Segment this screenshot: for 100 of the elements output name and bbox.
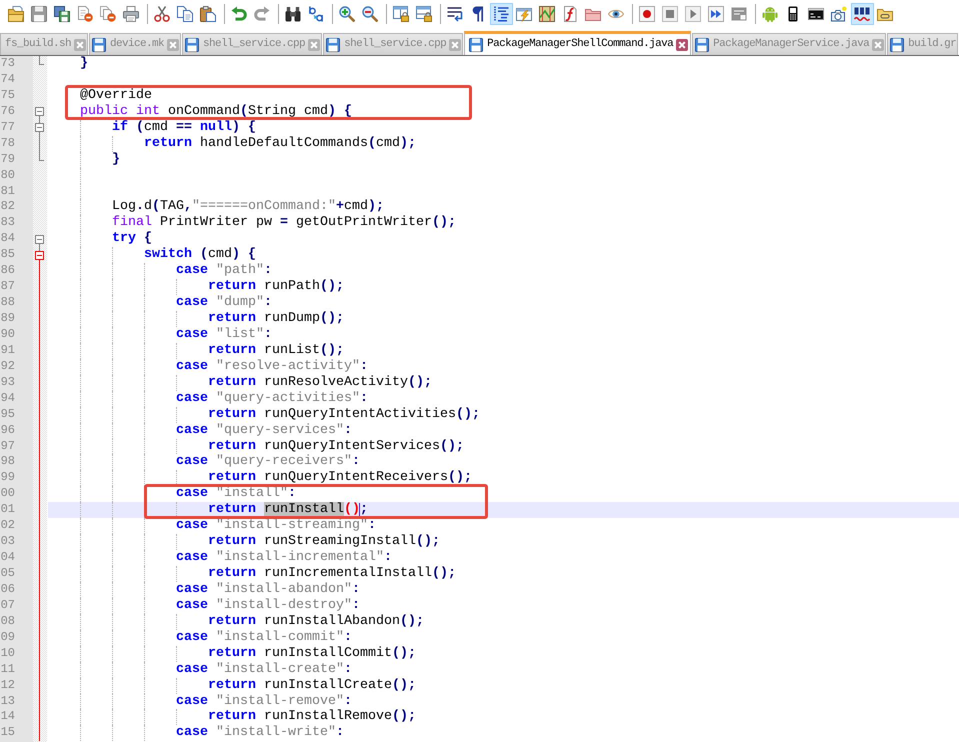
line-number: 98 <box>0 454 15 468</box>
zoom-out-icon <box>362 6 378 22</box>
code-line: case "dump": <box>176 295 272 311</box>
line-number: 89 <box>0 311 15 325</box>
code-line: case "install-write": <box>176 725 344 742</box>
line-number: 81 <box>0 184 15 198</box>
code-line: Log.d(TAG,"======onCommand:"+cmd); <box>112 199 384 215</box>
line-number: 14 <box>0 709 15 724</box>
line-number: 84 <box>0 231 15 246</box>
fast-forward-icon <box>708 6 724 22</box>
tab[interactable]: PackageManagerShellCommand.java <box>464 31 692 55</box>
tab[interactable]: build.gr <box>887 33 958 55</box>
code-line: case "query-activities": <box>176 390 368 407</box>
line-number: 01 <box>0 502 15 516</box>
line-number: 15 <box>0 725 15 740</box>
code-line: return runInstallRemove(); <box>208 709 416 725</box>
line-number: 09 <box>0 630 15 644</box>
code-line: case "install-destroy": <box>176 598 360 614</box>
code-line: case "query-receivers": <box>176 454 360 470</box>
map-icon <box>539 6 555 22</box>
line-number: 96 <box>0 422 15 437</box>
line-number: 08 <box>0 614 15 628</box>
line-number: 95 <box>0 406 15 421</box>
code-line: } <box>112 152 120 168</box>
split-window-lock-icon <box>416 6 432 22</box>
minus-box-icon[interactable] <box>35 107 44 116</box>
line-number: 91 <box>0 342 15 357</box>
record-icon <box>639 6 655 22</box>
minus-box-icon[interactable] <box>35 250 44 260</box>
close-icon[interactable] <box>676 38 688 50</box>
code-line: public int onCommand(String cmd) { <box>80 104 352 120</box>
line-number: 04 <box>0 550 15 564</box>
floppy-disks-icon <box>54 6 70 22</box>
line-number: 06 <box>0 582 15 596</box>
line-number: 00 <box>0 486 15 500</box>
code-line: return runInstallCreate(); <box>208 678 416 694</box>
tab[interactable]: PackageManagerService.java <box>692 33 886 55</box>
line-number: 97 <box>0 438 15 452</box>
code-line: return runQueryIntentActivities(); <box>208 406 480 423</box>
minus-box-icon[interactable] <box>35 123 44 132</box>
code-line: case "install-commit": <box>176 630 352 646</box>
code-line: return runResolveActivity(); <box>208 374 432 391</box>
line-number: 87 <box>0 279 15 294</box>
undo-icon <box>231 6 247 22</box>
toolbar-button[interactable] <box>850 2 874 24</box>
line-number: 82 <box>0 199 15 214</box>
line-number: 11 <box>0 662 15 676</box>
line-number: 80 <box>0 168 15 182</box>
line-number: 76 <box>0 104 15 118</box>
line-number: 07 <box>0 598 15 612</box>
line-number: 74 <box>0 72 15 86</box>
line-number: 13 <box>0 694 15 708</box>
tab[interactable]: fs_build.sh <box>0 33 88 55</box>
terminal-icon <box>808 6 824 22</box>
line-number: 99 <box>0 470 15 484</box>
code-line: return runQueryIntentReceivers(); <box>208 470 472 486</box>
macro-list-icon <box>731 6 747 22</box>
line-number: 78 <box>0 136 15 150</box>
line-number: 94 <box>0 390 15 405</box>
zoom-in-icon <box>339 6 355 22</box>
binoculars-icon <box>285 6 301 22</box>
copy-icon <box>177 6 193 22</box>
pilcrow-icon <box>470 6 486 22</box>
tab[interactable]: device.mk <box>89 33 182 55</box>
code-line: switch (cmd) { <box>144 247 256 263</box>
scissors-icon <box>154 6 170 22</box>
toolbar-button[interactable] <box>490 2 512 24</box>
code-line: case "list": <box>176 326 272 343</box>
code-line: case "install-create": <box>176 662 352 678</box>
word-wrap-icon <box>447 6 463 22</box>
printer-icon <box>123 6 139 22</box>
line-number: 85 <box>0 247 15 262</box>
function-icon <box>562 6 578 22</box>
line-number: 75 <box>0 88 15 102</box>
code-line: try { <box>112 231 152 247</box>
line-number: 83 <box>0 215 15 230</box>
line-number: 05 <box>0 566 15 580</box>
spell-check-icon <box>854 6 870 22</box>
code-line: return runList(); <box>208 342 344 359</box>
code-line: } <box>80 56 88 72</box>
tab[interactable]: shell_service.cpp <box>323 33 464 55</box>
code-line: if (cmd == null) { <box>112 120 256 136</box>
line-number: 86 <box>0 263 15 278</box>
code-line: return runInstallCommit(); <box>208 646 416 662</box>
redo-icon <box>254 6 270 22</box>
play-icon <box>685 6 701 22</box>
code-line: return runQueryIntentServices(); <box>208 438 464 454</box>
line-number: 73 <box>0 56 15 70</box>
text-cursor <box>359 503 360 518</box>
line-number: 88 <box>0 295 15 310</box>
clipboard-icon <box>200 6 216 22</box>
robot-icon <box>762 6 778 22</box>
line-number: 10 <box>0 646 15 660</box>
line-number: 02 <box>0 518 15 532</box>
line-number: 12 <box>0 678 15 692</box>
tab[interactable]: shell_service.cpp <box>182 33 322 55</box>
minus-box-icon[interactable] <box>35 234 44 244</box>
code-line: case "resolve-activity": <box>176 358 368 375</box>
line-number: 93 <box>0 374 15 389</box>
line-number: 77 <box>0 120 15 134</box>
